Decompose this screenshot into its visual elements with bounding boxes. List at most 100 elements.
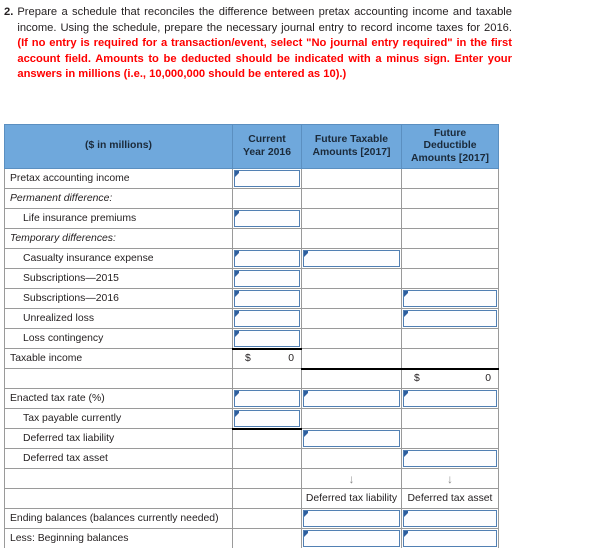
cell-permanent-future-taxable xyxy=(301,188,402,209)
cell-deferred-tax-asset-future-deductible[interactable] xyxy=(401,448,499,469)
row-label-tax-payable-currently: Tax payable currently xyxy=(4,408,233,429)
cell-deferred-tax-liability-current-year xyxy=(232,428,302,449)
header-line-1: Future xyxy=(433,127,467,139)
cell-unrealized-loss-future-deductible[interactable] xyxy=(401,308,499,329)
worksheet-page: 2. Prepare a schedule that reconciles th… xyxy=(0,0,595,548)
input-life-insurance-current-year[interactable] xyxy=(234,210,300,227)
input-subscriptions-2016-current-year[interactable] xyxy=(234,290,300,307)
table-row: Deferred tax asset xyxy=(4,448,499,469)
input-deferred-tax-asset-future-deductible[interactable] xyxy=(403,450,497,467)
question-text-emphasis: (If no entry is required for a transacti… xyxy=(17,37,512,81)
table-body: Pretax accounting income Permanent diffe… xyxy=(4,168,499,548)
column-header-future-taxable: Future Taxable Amounts [2017] xyxy=(301,124,402,169)
input-subscriptions-2015-current-year[interactable] xyxy=(234,270,300,287)
cell-beginning-balances-future-taxable[interactable] xyxy=(301,528,402,548)
table-row: Unrealized loss xyxy=(4,308,499,329)
down-arrow-icon-future-deductible: ↓ xyxy=(401,468,499,489)
input-pretax-current-year[interactable] xyxy=(234,170,300,187)
input-casualty-current-year[interactable] xyxy=(234,250,300,267)
cell-enacted-tax-rate-future-taxable[interactable] xyxy=(301,388,402,409)
header-line-2: Amounts [2017] xyxy=(312,146,391,158)
row-label-subscriptions-2016: Subscriptions—2016 xyxy=(4,288,233,309)
cell-subscriptions-2016-future-deductible[interactable] xyxy=(401,288,499,309)
caption-deferred-tax-asset: Deferred tax asset xyxy=(401,488,499,509)
question-instructions: 2. Prepare a schedule that reconciles th… xyxy=(4,5,512,83)
cell-casualty-current-year[interactable] xyxy=(232,248,302,269)
row-label-deferred-tax-asset: Deferred tax asset xyxy=(4,448,233,469)
row-label-blank-1 xyxy=(4,368,233,389)
row-label-less-beginning-balances: Less: Beginning balances xyxy=(4,528,233,548)
cell-ending-balances-future-deductible[interactable] xyxy=(401,508,499,529)
input-ending-balances-future-taxable[interactable] xyxy=(303,510,400,527)
input-ending-balances-future-deductible[interactable] xyxy=(403,510,497,527)
currency-symbol: $ xyxy=(245,353,251,365)
table-row: Temporary differences: xyxy=(4,228,499,249)
cell-subscriptions-2015-future-deductible xyxy=(401,268,499,289)
input-deferred-tax-liability-future-taxable[interactable] xyxy=(303,430,400,447)
cell-subscriptions-2016-current-year[interactable] xyxy=(232,288,302,309)
input-enacted-tax-rate-future-taxable[interactable] xyxy=(303,390,400,407)
table-row: Casualty insurance expense xyxy=(4,248,499,269)
cell-subscriptions-2015-future-taxable xyxy=(301,268,402,289)
header-line-2: Deductible xyxy=(423,140,477,152)
cell-deferred-tax-asset-current-year xyxy=(232,448,302,469)
cell-enacted-tax-rate-future-deductible[interactable] xyxy=(401,388,499,409)
cell-temporary-current-year xyxy=(232,228,302,249)
input-beginning-balances-future-deductible[interactable] xyxy=(403,530,497,547)
cell-unrealized-loss-current-year[interactable] xyxy=(232,308,302,329)
cell-blank1-future-taxable xyxy=(301,368,402,389)
cell-tax-payable-current-year[interactable] xyxy=(232,408,302,430)
column-header-label: ($ in millions) xyxy=(4,124,233,169)
table-header: ($ in millions) Current Year 2016 Future… xyxy=(4,124,499,169)
input-enacted-tax-rate-current-year[interactable] xyxy=(234,390,300,407)
table-row: Ending balances (balances currently need… xyxy=(4,508,499,529)
header-row: ($ in millions) Current Year 2016 Future… xyxy=(4,124,499,169)
cell-pretax-current-year[interactable] xyxy=(232,168,302,189)
currency-symbol: $ xyxy=(414,373,420,385)
cell-deferred-tax-liability-future-taxable[interactable] xyxy=(301,428,402,449)
input-beginning-balances-future-taxable[interactable] xyxy=(303,530,400,547)
cell-casualty-future-taxable[interactable] xyxy=(301,248,402,269)
amount: 0 xyxy=(288,353,294,365)
cell-ending-balances-current-year xyxy=(232,508,302,529)
cell-caption-current-year xyxy=(232,488,302,509)
row-label-taxable-income: Taxable income xyxy=(4,348,233,369)
cell-loss-contingency-current-year[interactable] xyxy=(232,328,302,350)
cell-ending-balances-future-taxable[interactable] xyxy=(301,508,402,529)
row-label-life-insurance-premiums: Life insurance premiums xyxy=(4,208,233,229)
input-loss-contingency-current-year[interactable] xyxy=(234,330,300,347)
table-row: Enacted tax rate (%) xyxy=(4,388,499,409)
cell-temporary-future-deductible xyxy=(401,228,499,249)
value-taxable-income-current-year: $ 0 xyxy=(233,350,301,369)
input-subscriptions-2016-future-deductible[interactable] xyxy=(403,290,497,307)
header-line-3: Amounts [2017] xyxy=(411,152,489,164)
cell-subscriptions-2016-future-taxable xyxy=(301,288,402,309)
input-unrealized-loss-current-year[interactable] xyxy=(234,310,300,327)
row-label-permanent-difference: Permanent difference: xyxy=(4,188,233,209)
cell-loss-contingency-future-deductible xyxy=(401,328,499,349)
cell-future-deductible-subtotal: $ 0 xyxy=(401,368,499,389)
input-enacted-tax-rate-future-deductible[interactable] xyxy=(403,390,497,407)
table-row: Deferred tax liability Deferred tax asse… xyxy=(4,488,499,509)
table-row: $ 0 xyxy=(4,368,499,389)
input-unrealized-loss-future-deductible[interactable] xyxy=(403,310,497,327)
input-casualty-future-taxable[interactable] xyxy=(303,250,400,267)
header-line-2: Year 2016 xyxy=(243,146,291,158)
caption-deferred-tax-liability: Deferred tax liability xyxy=(301,488,402,509)
row-label-deferred-tax-liability: Deferred tax liability xyxy=(4,428,233,449)
input-tax-payable-current-year[interactable] xyxy=(234,410,300,427)
header-line-1: Current xyxy=(248,134,286,146)
cell-beginning-balances-future-deductible[interactable] xyxy=(401,528,499,548)
cell-temporary-future-taxable xyxy=(301,228,402,249)
row-label-subscriptions-2015: Subscriptions—2015 xyxy=(4,268,233,289)
table-row: Subscriptions—2015 xyxy=(4,268,499,289)
cell-taxable-income-current-year: $ 0 xyxy=(232,348,302,369)
row-label-blank-3 xyxy=(4,488,233,509)
cell-subscriptions-2015-current-year[interactable] xyxy=(232,268,302,289)
cell-life-insurance-current-year[interactable] xyxy=(232,208,302,229)
cell-casualty-future-deductible xyxy=(401,248,499,269)
cell-pretax-future-taxable xyxy=(301,168,402,189)
table-row: Pretax accounting income xyxy=(4,168,499,189)
question-text-plain: Prepare a schedule that reconciles the d… xyxy=(17,6,512,34)
cell-enacted-tax-rate-current-year[interactable] xyxy=(232,388,302,409)
